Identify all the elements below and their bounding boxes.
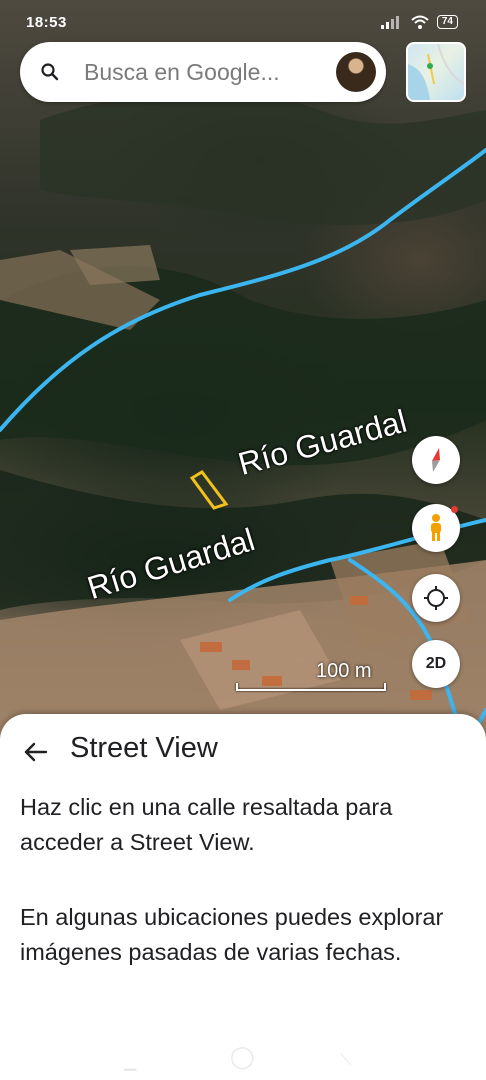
scale-label: 100 m (316, 660, 372, 682)
map-thumbnail-icon (408, 44, 464, 100)
crosshair-icon (424, 586, 448, 610)
compass-icon (432, 448, 440, 472)
recents-nav-icon[interactable]: ▁ (124, 1052, 136, 1072)
layers-button[interactable] (406, 42, 466, 102)
system-nav-bar: ▁ ◯ ⟍ (0, 1040, 486, 1080)
status-bar: 18:53 74 (0, 0, 486, 44)
signal-icon (380, 16, 399, 29)
battery-indicator: 74 (436, 15, 458, 29)
satellite-map[interactable]: 18:53 74 Busca en Google... Río Guardal … (0, 0, 486, 740)
avatar[interactable] (336, 52, 376, 92)
scale-bar (236, 683, 386, 691)
wifi-icon (411, 15, 429, 29)
search-icon (41, 63, 59, 81)
pegman-button[interactable] (412, 504, 460, 552)
home-nav-icon[interactable]: ◯ (230, 1044, 255, 1070)
back-nav-icon[interactable]: ⟍ (340, 1052, 351, 1070)
panel-title: Street View (70, 732, 218, 764)
search-input[interactable]: Busca en Google... (84, 59, 280, 86)
pegman-active-dot-icon (451, 506, 458, 513)
map-terrain (0, 91, 486, 740)
panel-description-secondary: En algunas ubicaciones puedes explorar i… (20, 904, 444, 965)
toggle-2d-button[interactable]: 2D (412, 640, 460, 688)
back-arrow-icon[interactable] (20, 736, 52, 768)
status-icons: 74 (380, 15, 458, 29)
status-time: 18:53 (26, 14, 67, 31)
panel-description: Haz clic en una calle resaltada para acc… (20, 794, 393, 855)
compass-button[interactable] (412, 436, 460, 484)
search-bar[interactable]: Busca en Google... (20, 42, 386, 102)
my-location-button[interactable] (412, 574, 460, 622)
pegman-icon (431, 514, 441, 541)
street-view-panel: Street View Haz clic en una calle resalt… (0, 714, 486, 1080)
